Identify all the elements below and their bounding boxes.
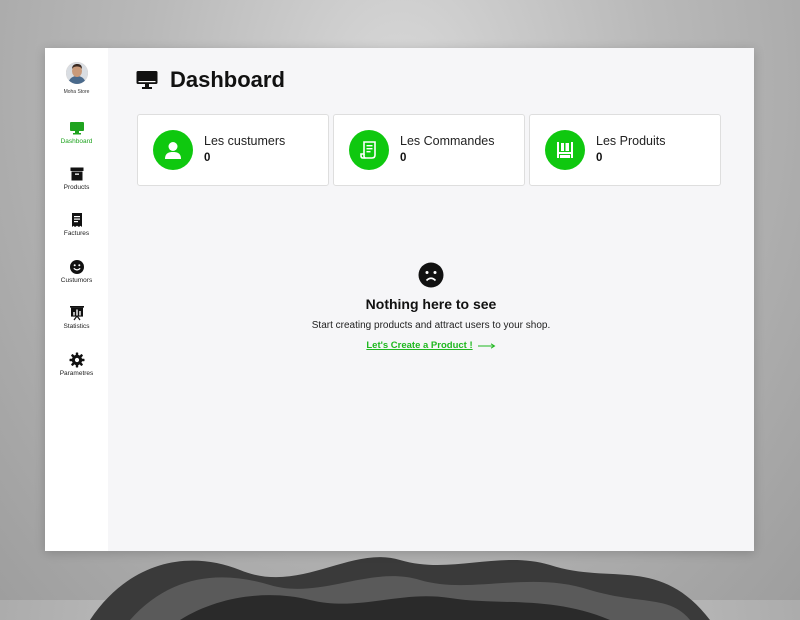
create-product-link[interactable]: Let's Create a Product !: [366, 340, 496, 351]
receipt-icon: [71, 213, 82, 227]
page-title: Dashboard: [170, 67, 285, 92]
sidebar-item-dashboard[interactable]: Dashboard: [45, 120, 108, 145]
stat-card-commandes[interactable]: Les Commandes 0: [333, 114, 525, 186]
monitor-icon: [69, 122, 84, 135]
stat-icon-badge: [349, 130, 389, 170]
gear-icon: [69, 352, 84, 368]
stat-label: Les Commandes: [400, 134, 495, 148]
sidebar-item-custumors[interactable]: Custumors: [45, 259, 108, 284]
stat-value: 0: [596, 152, 603, 164]
background-art: [70, 540, 730, 620]
stat-icon-badge: [153, 130, 193, 170]
sidebar-item-label: Products: [63, 184, 90, 191]
user-icon: [165, 142, 181, 159]
archive-box-icon: [70, 167, 83, 181]
sidebar-item-statistics[interactable]: Statistics: [45, 305, 108, 330]
presentation-chart-icon: [69, 306, 84, 321]
sidebar-item-parametres[interactable]: Parametres: [45, 352, 108, 377]
store-profile[interactable]: Moha Store: [45, 62, 108, 95]
sidebar-item-products[interactable]: Products: [45, 166, 108, 191]
stat-card-produits[interactable]: Les Produits 0: [529, 114, 721, 186]
stat-value: 0: [400, 152, 407, 164]
sidebar-item-label: Statistics: [63, 323, 90, 330]
empty-state-description: Start creating products and attract user…: [311, 320, 551, 331]
stat-card-custumers[interactable]: Les custumers 0: [137, 114, 329, 186]
sad-face-icon: [418, 262, 444, 288]
shelf-icon: [557, 142, 573, 158]
smiley-icon: [69, 260, 84, 274]
stat-label: Les Produits: [596, 134, 666, 148]
store-name: Moha Store: [63, 89, 90, 95]
sidebar-item-label: Custumors: [60, 277, 93, 284]
sidebar-item-label: Factures: [63, 230, 90, 237]
arrow-right-icon: [477, 342, 496, 349]
create-product-link-label: Let's Create a Product !: [366, 340, 473, 351]
main-content: Dashboard Les custumers 0 Les Commandes …: [108, 48, 754, 551]
sidebar-item-factures[interactable]: Factures: [45, 212, 108, 237]
stat-value: 0: [204, 152, 211, 164]
stat-label: Les custumers: [204, 134, 286, 148]
sidebar: Moha Store Dashboard Products Factures C…: [45, 48, 108, 551]
monitor-icon: [136, 71, 158, 89]
empty-state: Nothing here to see Start creating produ…: [108, 262, 754, 352]
sidebar-item-label: Parametres: [59, 370, 94, 377]
avatar[interactable]: [65, 62, 88, 84]
sidebar-item-label: Dashboard: [60, 138, 93, 145]
scroll-icon: [360, 141, 376, 159]
page-header: Dashboard: [136, 67, 285, 93]
app-window: Moha Store Dashboard Products Factures C…: [45, 48, 754, 551]
stat-icon-badge: [545, 130, 585, 170]
empty-state-title: Nothing here to see: [365, 296, 497, 312]
